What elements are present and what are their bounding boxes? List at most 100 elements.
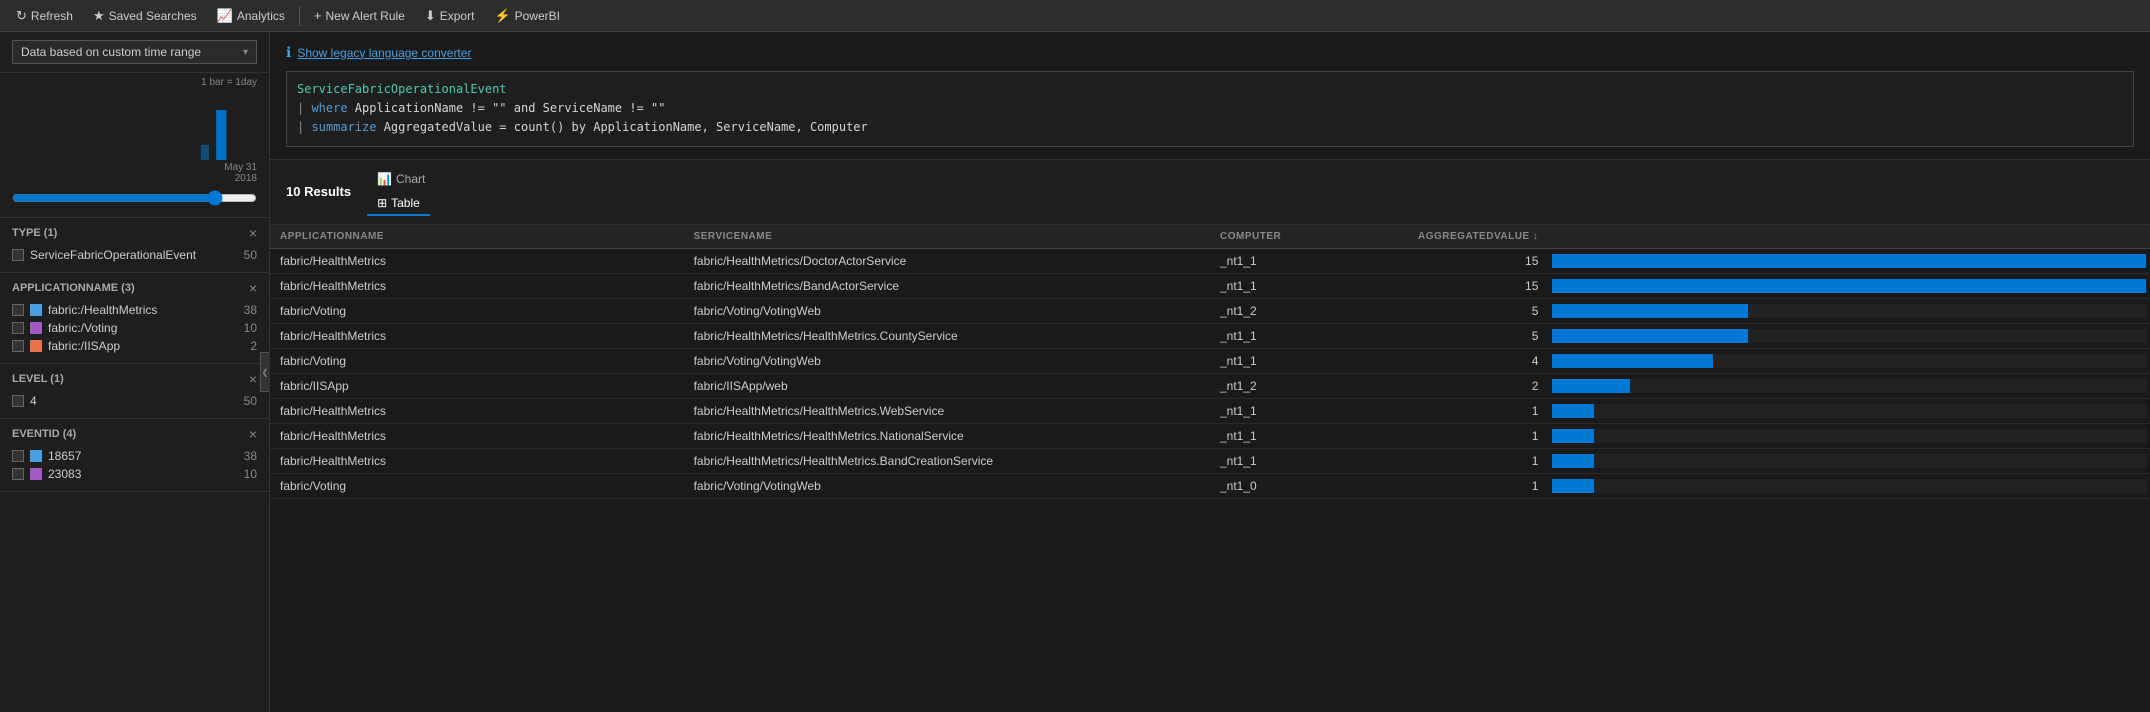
- filter-item[interactable]: ServiceFabricOperationalEvent50: [12, 246, 257, 264]
- filter-section-level: LEVEL (1) × 450: [0, 364, 269, 419]
- filter-item[interactable]: fabric:/Voting10: [12, 319, 257, 337]
- cell-bar: [1548, 348, 2150, 373]
- cell-aggval: 5: [1398, 298, 1548, 323]
- filter-checkbox[interactable]: [12, 340, 24, 352]
- filter-title-type: TYPE (1): [12, 227, 57, 239]
- filter-header-level: LEVEL (1) ×: [12, 372, 257, 386]
- bar-fill: [1552, 254, 2146, 268]
- powerbi-button[interactable]: ⚡ PowerBI: [486, 2, 568, 30]
- filter-section-type: TYPE (1) × ServiceFabricOperationalEvent50: [0, 218, 269, 273]
- tab-chart[interactable]: 📊 Chart: [367, 168, 435, 192]
- table-row[interactable]: fabric/HealthMetricsfabric/HealthMetrics…: [270, 248, 2150, 273]
- cell-appname: fabric/HealthMetrics: [270, 248, 684, 273]
- table-tab-label: Table: [391, 196, 420, 210]
- saved-searches-button[interactable]: ★ Saved Searches: [85, 2, 205, 30]
- filter-checkbox[interactable]: [12, 304, 24, 316]
- col-header-servicename[interactable]: SERVICENAME: [684, 225, 1210, 249]
- export-label: Export: [440, 9, 475, 23]
- col-header-computer[interactable]: COMPUTER: [1210, 225, 1398, 249]
- filter-close-type[interactable]: ×: [249, 226, 257, 240]
- cell-aggval: 5: [1398, 323, 1548, 348]
- table-body: fabric/HealthMetricsfabric/HealthMetrics…: [270, 248, 2150, 498]
- table-row[interactable]: fabric/HealthMetricsfabric/HealthMetrics…: [270, 273, 2150, 298]
- bar-fill: [1552, 479, 1594, 493]
- cell-bar: [1548, 423, 2150, 448]
- export-button[interactable]: ⬇ Export: [417, 2, 483, 30]
- table-row[interactable]: fabric/HealthMetricsfabric/HealthMetrics…: [270, 423, 2150, 448]
- cell-bar: [1548, 448, 2150, 473]
- cell-bar: [1548, 398, 2150, 423]
- col-header-aggregatedvalue[interactable]: AGGREGATEDVALUE ↓: [1398, 225, 1548, 249]
- query-editor[interactable]: ServiceFabricOperationalEvent | where Ap…: [286, 71, 2134, 147]
- powerbi-label: PowerBI: [515, 9, 560, 23]
- filter-close-level[interactable]: ×: [249, 372, 257, 386]
- mini-chart-canvas: [12, 90, 257, 160]
- cell-appname: fabric/HealthMetrics: [270, 323, 684, 348]
- filter-item[interactable]: fabric:/HealthMetrics38: [12, 301, 257, 319]
- table-row[interactable]: fabric/Votingfabric/Voting/VotingWeb_nt1…: [270, 298, 2150, 323]
- table-row[interactable]: fabric/Votingfabric/Voting/VotingWeb_nt1…: [270, 348, 2150, 373]
- filter-item[interactable]: 2308310: [12, 465, 257, 483]
- time-range-slider[interactable]: [12, 190, 257, 206]
- filter-section-applicationname: APPLICATIONNAME (3)× fabric:/HealthMetric…: [0, 273, 269, 364]
- filter-item[interactable]: 1865738: [12, 447, 257, 465]
- cell-bar: [1548, 323, 2150, 348]
- cell-computer: _nt1_2: [1210, 298, 1398, 323]
- filter-checkbox[interactable]: [12, 468, 24, 480]
- cell-computer: _nt1_1: [1210, 248, 1398, 273]
- filter-checkbox[interactable]: [12, 450, 24, 462]
- table-row[interactable]: fabric/HealthMetricsfabric/HealthMetrics…: [270, 323, 2150, 348]
- cell-bar: [1548, 473, 2150, 498]
- sidebar-collapse-button[interactable]: ❮: [260, 352, 270, 392]
- col-header-applicationname[interactable]: APPLICATIONNAME: [270, 225, 684, 249]
- filter-color-swatch: [30, 340, 42, 352]
- filter-color-swatch: [30, 450, 42, 462]
- cell-svcname: fabric/HealthMetrics/BandActorService: [684, 273, 1210, 298]
- filter-close-applicationname[interactable]: ×: [249, 281, 257, 295]
- legacy-converter: ℹ Show legacy language converter: [286, 44, 2134, 61]
- filter-title-eventid: EVENTID (4): [12, 428, 76, 440]
- bar-fill: [1552, 429, 1594, 443]
- analytics-button[interactable]: 📈 Analytics: [209, 2, 293, 30]
- new-alert-button[interactable]: + New Alert Rule: [306, 2, 413, 30]
- filter-checkbox[interactable]: [12, 322, 24, 334]
- bar-fill: [1552, 454, 1594, 468]
- filter-title-level: LEVEL (1): [12, 373, 64, 385]
- cell-svcname: fabric/HealthMetrics/HealthMetrics.BandC…: [684, 448, 1210, 473]
- plus-icon: +: [314, 8, 322, 23]
- chart-scale-label: 1 bar = 1day: [12, 77, 257, 88]
- filter-close-eventid[interactable]: ×: [249, 427, 257, 441]
- col-header-bar[interactable]: [1548, 225, 2150, 249]
- cell-svcname: fabric/Voting/VotingWeb: [684, 473, 1210, 498]
- cell-computer: _nt1_1: [1210, 423, 1398, 448]
- filter-header-applicationname: APPLICATIONNAME (3)×: [12, 281, 257, 295]
- cell-computer: _nt1_1: [1210, 273, 1398, 298]
- saved-searches-label: Saved Searches: [109, 9, 197, 23]
- time-range-section: Data based on custom time range ▾: [0, 32, 269, 73]
- results-toolbar: 10 Results 📊 Chart⊞ Table: [270, 160, 2150, 225]
- table-row[interactable]: fabric/IISAppfabric/IISApp/web_nt1_22: [270, 373, 2150, 398]
- filter-color-swatch: [30, 468, 42, 480]
- data-table[interactable]: APPLICATIONNAMESERVICENAMECOMPUTERAGGREG…: [270, 225, 2150, 712]
- table-row[interactable]: fabric/HealthMetricsfabric/HealthMetrics…: [270, 398, 2150, 423]
- time-range-selector[interactable]: Data based on custom time range ▾: [12, 40, 257, 64]
- tab-table[interactable]: ⊞ Table: [367, 192, 430, 216]
- cell-computer: _nt1_2: [1210, 373, 1398, 398]
- table-row[interactable]: fabric/Votingfabric/Voting/VotingWeb_nt1…: [270, 473, 2150, 498]
- cell-svcname: fabric/HealthMetrics/DoctorActorService: [684, 248, 1210, 273]
- chart-date-label: May 31 2018: [12, 162, 257, 184]
- bar-fill: [1552, 304, 1748, 318]
- refresh-button[interactable]: ↻ Refresh: [8, 2, 81, 30]
- filter-item[interactable]: fabric:/IISApp2: [12, 337, 257, 355]
- table-row[interactable]: fabric/HealthMetricsfabric/HealthMetrics…: [270, 448, 2150, 473]
- legacy-link[interactable]: Show legacy language converter: [297, 46, 471, 60]
- cell-computer: _nt1_0: [1210, 473, 1398, 498]
- bar-fill: [1552, 404, 1594, 418]
- cell-aggval: 4: [1398, 348, 1548, 373]
- filter-color-swatch: [30, 322, 42, 334]
- filter-header-type: TYPE (1) ×: [12, 226, 257, 240]
- filter-item-label: fabric:/Voting: [48, 321, 117, 335]
- filter-item[interactable]: 450: [12, 392, 257, 410]
- filter-checkbox[interactable]: [12, 395, 24, 407]
- filter-checkbox[interactable]: [12, 249, 24, 261]
